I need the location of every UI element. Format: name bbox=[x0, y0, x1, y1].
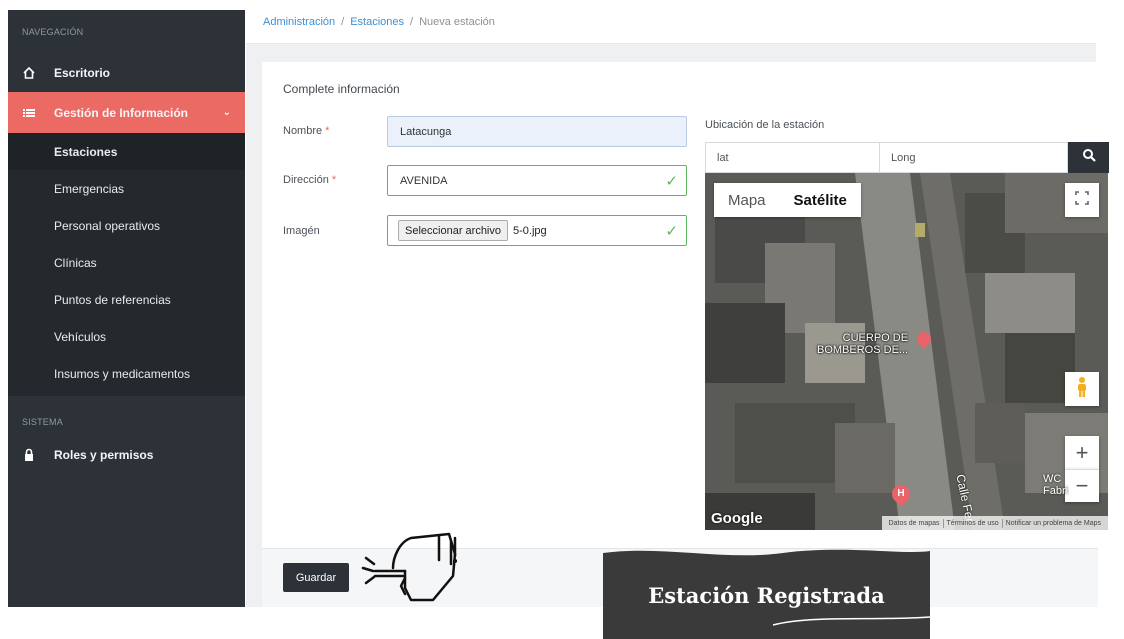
plus-icon: + bbox=[1075, 439, 1089, 465]
satellite-map[interactable]: Mapa Satélite + − CUERPO DE BOMBEROS DE.… bbox=[705, 173, 1108, 530]
imagen-label: Imagén bbox=[283, 225, 320, 237]
sidebar-item-label: Roles y permisos bbox=[54, 448, 154, 462]
zoom-out-button[interactable]: − bbox=[1065, 469, 1099, 502]
select-file-button[interactable]: Seleccionar archivo bbox=[398, 220, 508, 241]
search-icon bbox=[1082, 148, 1096, 167]
screen: NAVEGACIÓN Escritorio Gestión de Informa… bbox=[0, 0, 1124, 639]
map-search-button[interactable] bbox=[1068, 142, 1109, 173]
direccion-label-text: Dirección bbox=[283, 174, 329, 186]
poi-line-2: BOMBEROS DE... bbox=[817, 344, 909, 356]
sidebar-item-clinicas[interactable]: Clínicas bbox=[8, 244, 245, 281]
sidebar-item-puntos[interactable]: Puntos de referencias bbox=[8, 281, 245, 318]
sidebar-item-estaciones[interactable]: Estaciones bbox=[8, 133, 245, 170]
sidebar: NAVEGACIÓN Escritorio Gestión de Informa… bbox=[8, 10, 245, 607]
breadcrumb-current: Nueva estación bbox=[419, 16, 495, 28]
map-type-map[interactable]: Mapa bbox=[714, 183, 780, 217]
nombre-label-text: Nombre bbox=[283, 125, 323, 137]
minus-icon: − bbox=[1075, 473, 1089, 498]
breadcrumb-estaciones[interactable]: Estaciones bbox=[350, 16, 404, 28]
poi-label: CUERPO DE BOMBEROS DE... bbox=[817, 332, 908, 356]
list-icon bbox=[22, 106, 36, 120]
submenu-gestion: Estaciones Emergencias Personal operativ… bbox=[8, 133, 245, 396]
sidebar-item-vehiculos[interactable]: Vehículos bbox=[8, 318, 245, 355]
success-banner-text: Estación Registrada bbox=[648, 583, 885, 608]
required-mark: * bbox=[325, 125, 330, 137]
form-title: Complete información bbox=[283, 82, 400, 96]
map-type-satellite[interactable]: Satélite bbox=[780, 183, 861, 217]
home-icon bbox=[22, 66, 36, 80]
save-button[interactable]: Guardar bbox=[283, 563, 349, 592]
map-label: Ubicación de la estación bbox=[705, 119, 825, 131]
nav-section-label: NAVEGACIÓN bbox=[22, 27, 84, 37]
chevron-down-icon: ⌄ bbox=[222, 107, 231, 118]
lock-icon bbox=[22, 448, 36, 462]
check-icon: ✓ bbox=[665, 223, 678, 240]
breadcrumb-admin[interactable]: Administración bbox=[263, 16, 335, 28]
pegman-button[interactable] bbox=[1065, 372, 1099, 406]
nombre-label: Nombre * bbox=[283, 125, 329, 137]
breadcrumb-sep: / bbox=[341, 16, 345, 28]
fullscreen-icon bbox=[1075, 190, 1089, 210]
sidebar-item-label: Escritorio bbox=[54, 66, 111, 80]
sidebar-item-gestion[interactable]: Gestión de Información ⌄ bbox=[8, 92, 245, 133]
lat-input[interactable]: lat bbox=[705, 142, 880, 173]
poi-wc-line-2: Fabri bbox=[1043, 485, 1069, 497]
check-icon: ✓ bbox=[665, 173, 678, 190]
sidebar-item-escritorio[interactable]: Escritorio bbox=[8, 54, 245, 92]
map-data-link[interactable]: Datos de mapas bbox=[886, 520, 943, 527]
direccion-input[interactable]: AVENIDA ✓ bbox=[387, 165, 687, 196]
required-mark: * bbox=[331, 174, 337, 186]
hospital-pin-icon[interactable]: H bbox=[888, 481, 914, 507]
sidebar-item-emergencias[interactable]: Emergencias bbox=[8, 170, 245, 207]
sidebar-item-personal[interactable]: Personal operativos bbox=[8, 207, 245, 244]
pegman-icon bbox=[1075, 376, 1089, 403]
map-type-control: Mapa Satélite bbox=[714, 183, 861, 217]
breadcrumb-sep: / bbox=[410, 16, 414, 28]
fullscreen-button[interactable] bbox=[1065, 183, 1099, 217]
poi-wc-line-1: WC bbox=[1043, 473, 1062, 485]
sidebar-item-insumos[interactable]: Insumos y medicamentos bbox=[8, 355, 245, 392]
google-logo: Google bbox=[711, 510, 763, 527]
file-name: 5-0.jpg bbox=[513, 224, 547, 237]
pointing-hand-icon bbox=[361, 532, 458, 602]
breadcrumb: Administración / Estaciones / Nueva estación bbox=[263, 16, 495, 28]
direccion-label: Dirección * bbox=[283, 174, 336, 186]
nombre-input[interactable]: Latacunga bbox=[387, 116, 687, 147]
sidebar-item-roles[interactable]: Roles y permisos bbox=[8, 436, 245, 474]
nombre-value: Latacunga bbox=[400, 125, 452, 138]
map-report-link[interactable]: Notificar un problema de Maps bbox=[1003, 520, 1104, 527]
long-input[interactable]: Long bbox=[879, 142, 1068, 173]
map-attribution: Datos de mapas Términos de uso Notificar… bbox=[881, 516, 1108, 530]
sidebar-item-label: Gestión de Información bbox=[54, 105, 189, 120]
zoom-in-button[interactable]: + bbox=[1065, 436, 1099, 469]
poi-label-wc: WC Fabri bbox=[1043, 473, 1068, 497]
map-terms-link[interactable]: Términos de uso bbox=[944, 520, 1002, 527]
imagen-file-input[interactable]: Seleccionar archivo 5-0.jpg ✓ bbox=[387, 215, 687, 246]
direccion-value: AVENIDA bbox=[400, 174, 448, 187]
poi-line-1: CUERPO DE bbox=[842, 332, 909, 344]
